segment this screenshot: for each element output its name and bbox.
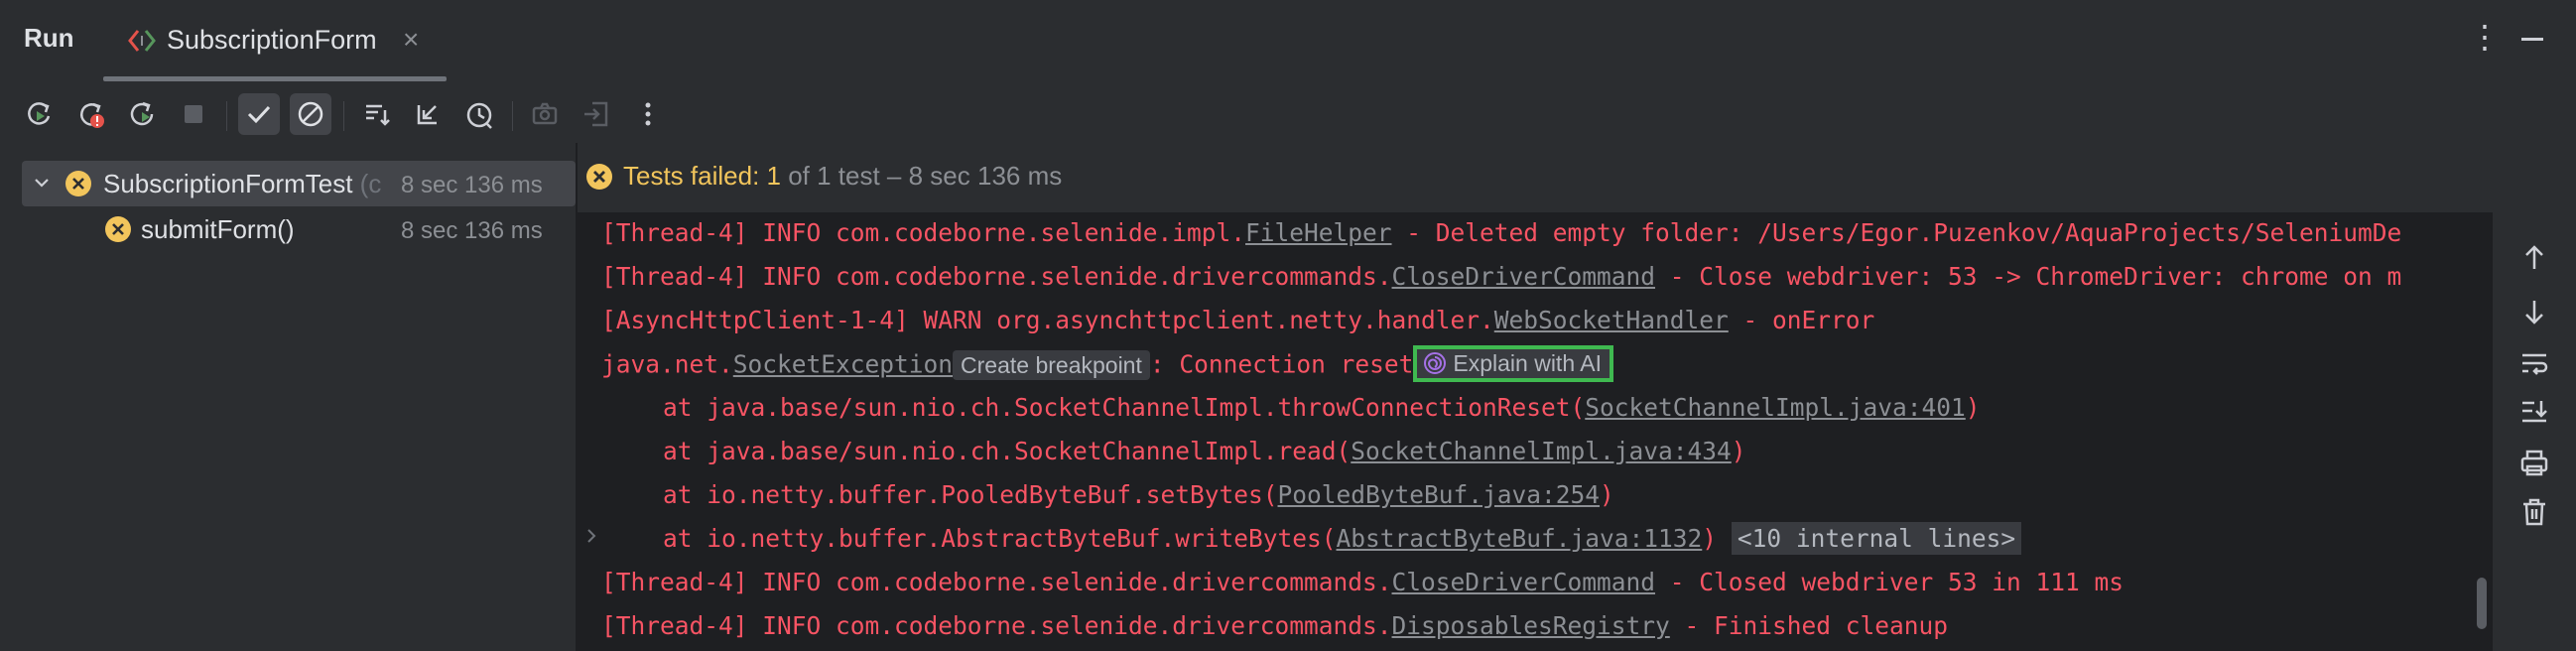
test-history-icon[interactable]: [458, 93, 500, 135]
source-link[interactable]: PooledByteBuf.java:254: [1278, 480, 1601, 509]
toolbar-separator: [343, 101, 344, 131]
hide-tool-window-icon[interactable]: [2521, 38, 2543, 41]
tab-close-icon[interactable]: ×: [403, 24, 419, 56]
print-icon[interactable]: [2514, 443, 2554, 482]
test-failed-icon: [65, 171, 91, 196]
test-status-bar: Tests failed: 1 of 1 test – 8 sec 136 ms: [578, 143, 2493, 212]
down-arrow-icon[interactable]: [2514, 292, 2554, 331]
up-arrow-icon[interactable]: [2514, 238, 2554, 278]
scroll-to-end-icon[interactable]: [2514, 391, 2554, 431]
tab-subscription-form[interactable]: SubscriptionForm ×: [103, 14, 447, 81]
export-icon[interactable]: [576, 93, 617, 135]
show-ignored-icon[interactable]: [290, 93, 331, 135]
stop-icon[interactable]: [173, 93, 214, 135]
class-link[interactable]: CloseDriverCommand: [1392, 262, 1656, 291]
run-toolbar: [0, 87, 695, 143]
stack-trace-line: at java.base/sun.nio.ch.SocketChannelImp…: [663, 437, 1746, 465]
console-line: [Thread-4] INFO com.codeborne.selenide.d…: [601, 611, 1949, 640]
toggle-auto-test-icon[interactable]: [121, 93, 163, 135]
console-side-actions: [2493, 143, 2576, 651]
rerun-icon[interactable]: [18, 93, 60, 135]
stack-trace-line: at java.base/sun.nio.ch.SocketChannelImp…: [663, 393, 1981, 422]
test-tree: SubscriptionFormTest (c 8 sec 136 ms sub…: [0, 155, 576, 651]
chevron-down-icon[interactable]: [32, 173, 52, 197]
stack-trace-line: at io.netty.buffer.AbstractByteBuf.write…: [663, 522, 2022, 555]
warning-failed-icon: [585, 163, 613, 195]
toolbar-separator: [512, 101, 513, 131]
test-status-text: Tests failed: 1 of 1 test – 8 sec 136 ms: [623, 161, 1063, 191]
stack-trace-line: at io.netty.buffer.PooledByteBuf.setByte…: [663, 480, 1614, 509]
tree-item-label: SubscriptionFormTest (c: [103, 169, 382, 198]
class-link[interactable]: FileHelper: [1245, 218, 1392, 247]
console-line: [Thread-4] INFO com.codeborne.selenide.i…: [601, 218, 2402, 247]
tool-window-header: Run SubscriptionForm × ⋮: [0, 0, 2576, 81]
tree-item-submit-form[interactable]: submitForm() 8 sec 136 ms: [0, 206, 576, 252]
tool-window-title: Run: [24, 23, 74, 53]
console-line: [Thread-4] INFO com.codeborne.selenide.d…: [601, 568, 2125, 596]
test-failed-icon: [105, 216, 131, 242]
internal-lines-fold[interactable]: <10 internal lines>: [1731, 522, 2022, 555]
soft-wrap-icon[interactable]: [2514, 343, 2554, 383]
exception-link[interactable]: SocketException: [733, 350, 953, 379]
test-duration: 8 sec 136 ms: [401, 217, 543, 244]
class-link[interactable]: DisposablesRegistry: [1392, 611, 1670, 640]
active-tab-indicator: [103, 76, 447, 81]
console-line-exception: java.net.SocketException Create breakpoin…: [601, 345, 1613, 384]
create-breakpoint-hint[interactable]: Create breakpoint: [953, 349, 1150, 380]
ai-spiral-icon: [1424, 351, 1447, 374]
tree-item-label: submitForm(): [141, 214, 295, 244]
toolbar-more-icon[interactable]: [627, 93, 669, 135]
console-line: [AsyncHttpClient-1-4] WARN org.asynchttp…: [601, 306, 1875, 334]
source-link[interactable]: SocketChannelImpl.java:401: [1585, 393, 1966, 422]
class-link[interactable]: WebSocketHandler: [1494, 306, 1729, 334]
toolbar-separator: [226, 101, 227, 131]
tab-label: SubscriptionForm: [167, 25, 377, 55]
source-link[interactable]: AbstractByteBuf.java:1132: [1337, 524, 1703, 553]
vertical-scrollbar[interactable]: [2477, 578, 2487, 629]
rerun-failed-icon[interactable]: [69, 93, 111, 135]
collapse-all-icon[interactable]: [407, 93, 449, 135]
tree-item-subscription-form-test[interactable]: SubscriptionFormTest (c 8 sec 136 ms: [22, 161, 576, 206]
show-passed-icon[interactable]: [238, 93, 280, 135]
console-line: [Thread-4] INFO com.codeborne.selenide.d…: [601, 262, 2402, 291]
console-output[interactable]: Tests failed: 1 of 1 test – 8 sec 136 ms…: [578, 143, 2493, 651]
sort-icon[interactable]: [355, 93, 397, 135]
expand-fold-icon[interactable]: [583, 526, 599, 551]
explain-with-ai-button[interactable]: Explain with AI: [1413, 345, 1613, 382]
source-link[interactable]: SocketChannelImpl.java:434: [1351, 437, 1732, 465]
run-config-icon: [127, 28, 157, 54]
more-options-icon[interactable]: ⋮: [2469, 18, 2501, 56]
test-duration: 8 sec 136 ms: [401, 172, 543, 198]
class-link[interactable]: CloseDriverCommand: [1392, 568, 1656, 596]
screenshot-icon[interactable]: [524, 93, 566, 135]
trash-icon[interactable]: [2514, 492, 2554, 532]
